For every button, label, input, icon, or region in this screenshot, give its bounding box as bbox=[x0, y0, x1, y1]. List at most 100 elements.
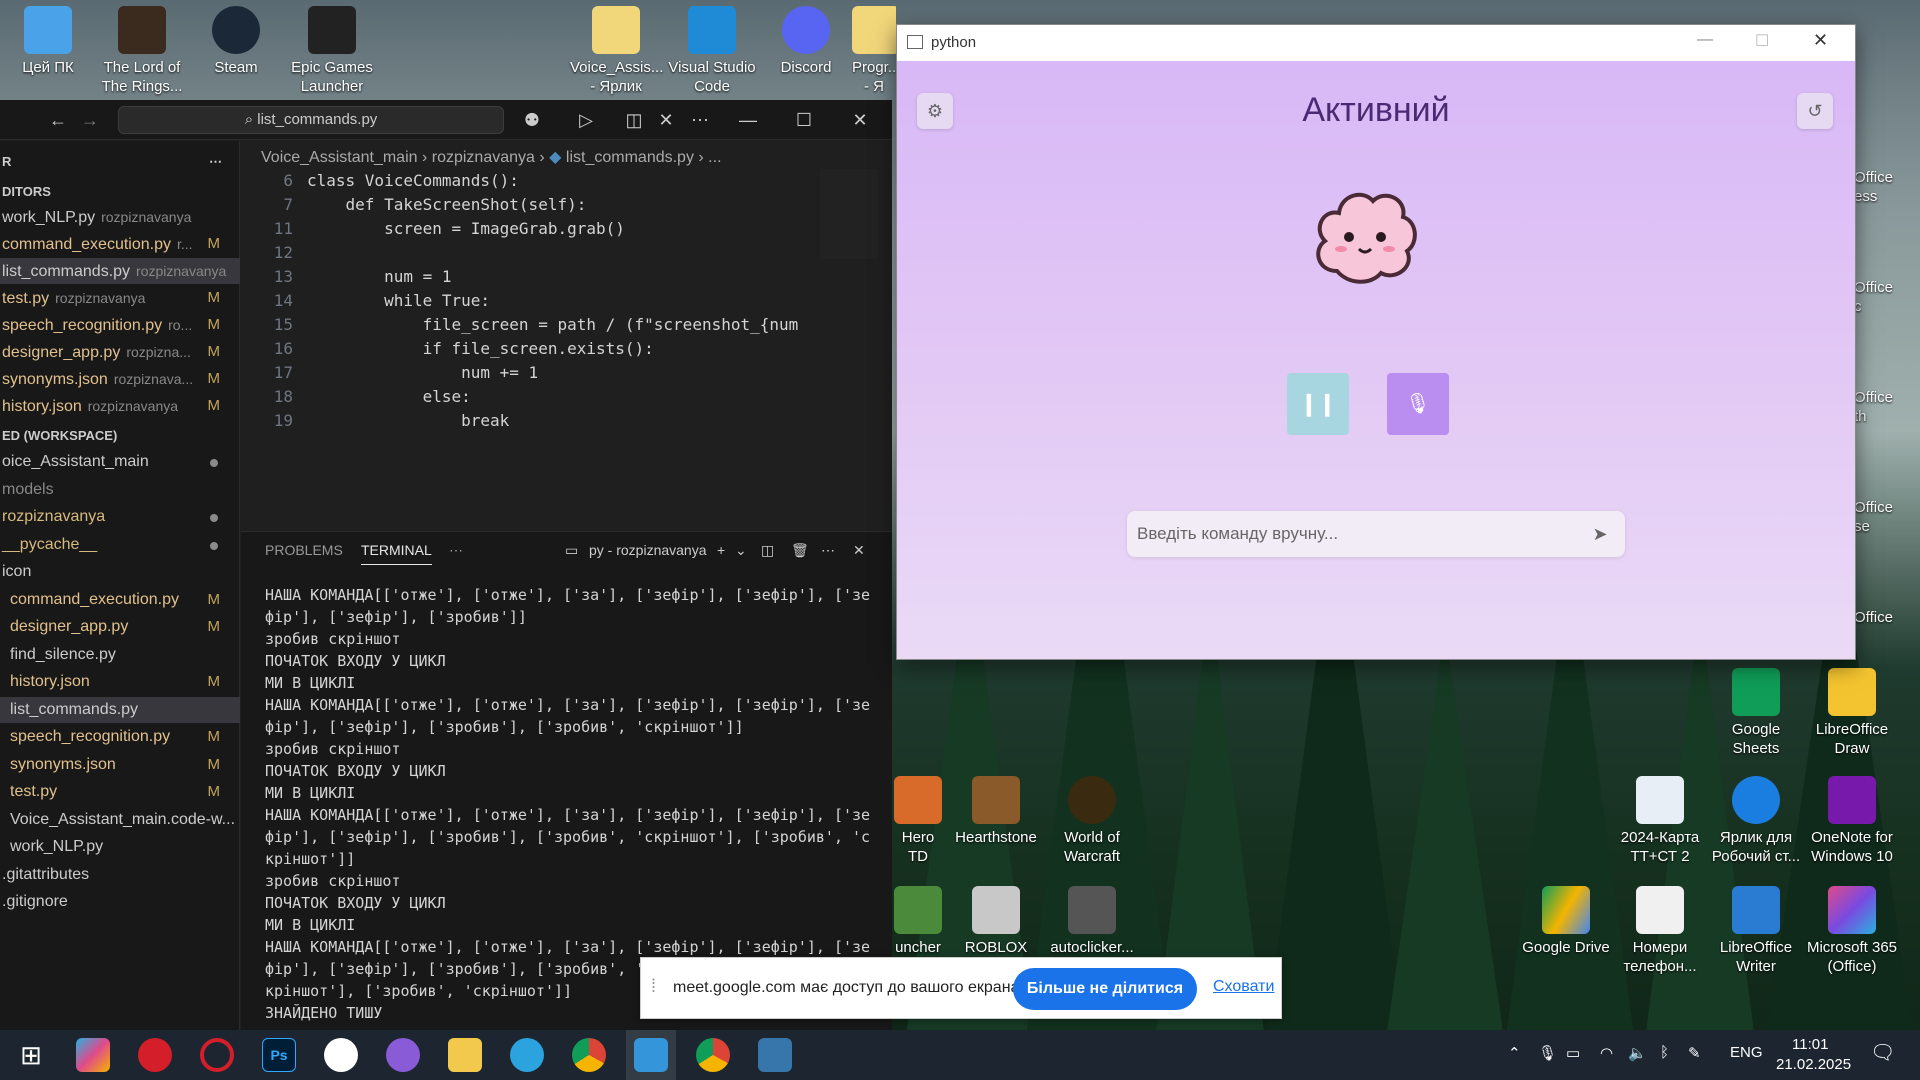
desktop-icon-label[interactable]: Office bbox=[1854, 278, 1893, 297]
close-window-icon[interactable]: ✕ bbox=[1813, 30, 1828, 51]
tree-file[interactable]: Voice_Assistant_main.code-w... bbox=[0, 807, 240, 833]
code-line[interactable]: 7 def TakeScreenShot(self): bbox=[241, 193, 586, 217]
open-editors-header[interactable]: DITORS bbox=[0, 179, 240, 205]
back-arrow-icon[interactable]: ← bbox=[46, 108, 70, 132]
pen-icon[interactable]: ✎ bbox=[1688, 1044, 1701, 1062]
microphone-button[interactable]: 🎙 bbox=[1387, 373, 1449, 435]
desktop-icon-voice-assistant[interactable]: Voice_Assis... - Ярлик bbox=[570, 6, 663, 96]
chrome-profile-icon[interactable] bbox=[696, 1038, 730, 1072]
desktop-icon-label[interactable]: Office bbox=[1854, 608, 1893, 627]
desktop-icon-autoclicker[interactable]: autoclicker... bbox=[1046, 886, 1138, 957]
wifi-icon[interactable]: ◠ bbox=[1600, 1044, 1613, 1062]
code-line[interactable]: 6 class VoiceCommands(): bbox=[241, 169, 519, 193]
clock-time[interactable]: 11:01 bbox=[1792, 1036, 1828, 1053]
bluetooth-icon[interactable]: ᛒ bbox=[1660, 1044, 1669, 1061]
tree-file[interactable]: find_silence.py bbox=[0, 642, 240, 668]
telegram-icon[interactable] bbox=[510, 1038, 544, 1072]
code-line[interactable]: 18 else: bbox=[241, 385, 471, 409]
desktop-icon-hearthstone[interactable]: Hearthstone bbox=[950, 776, 1042, 847]
battery-icon[interactable]: ▭ bbox=[1566, 1044, 1580, 1062]
desktop-icon-vscode[interactable]: Visual Studio Code bbox=[666, 6, 758, 96]
tab-terminal[interactable]: TERMINAL bbox=[361, 542, 432, 565]
open-editor-item[interactable]: command_execution.py r... M bbox=[0, 231, 240, 257]
trash-icon[interactable]: 🗑 bbox=[791, 542, 809, 559]
microphone-tray-icon[interactable]: 🎙 bbox=[1538, 1044, 1557, 1062]
pause-button[interactable]: ❙❙ bbox=[1287, 373, 1349, 435]
minimap[interactable] bbox=[820, 169, 878, 259]
opera-gx-icon[interactable] bbox=[200, 1038, 234, 1072]
tab-problems[interactable]: PROBLEMS bbox=[265, 542, 343, 558]
desktop-icon-hero-td[interactable]: Hero TD bbox=[890, 776, 946, 866]
open-editor-item[interactable]: synonyms.json rozpiznava... M bbox=[0, 366, 240, 392]
tree-folder[interactable]: models bbox=[0, 477, 240, 503]
stop-sharing-button[interactable]: Більше не ділитися bbox=[1013, 968, 1197, 1010]
code-editor[interactable]: Voice_Assistant_main › rozpiznavanya › ◆… bbox=[241, 141, 892, 531]
split-terminal-icon[interactable]: ◫ bbox=[761, 542, 774, 559]
open-editor-item[interactable]: speech_recognition.py ro... M bbox=[0, 312, 240, 338]
more-icon[interactable]: ⋯ bbox=[209, 149, 222, 175]
close-editor-icon[interactable]: ✕ bbox=[654, 108, 678, 132]
github-desktop-icon[interactable] bbox=[386, 1038, 420, 1072]
maximize-icon[interactable]: ☐ bbox=[792, 108, 816, 132]
split-editor-icon[interactable]: ◫ bbox=[622, 108, 646, 132]
open-editor-item-active[interactable]: list_commands.py rozpiznavanya bbox=[0, 258, 240, 284]
chevron-down-icon[interactable]: ⌄ bbox=[735, 542, 747, 559]
language-indicator[interactable]: ENG bbox=[1730, 1044, 1763, 1061]
desktop-icon-label[interactable]: ess bbox=[1854, 187, 1877, 206]
new-terminal-icon[interactable]: + bbox=[717, 542, 725, 558]
more-actions-icon[interactable]: ⋯ bbox=[821, 542, 835, 559]
maximize-icon[interactable]: ☐ bbox=[1755, 31, 1769, 51]
code-line[interactable]: 12 bbox=[241, 241, 307, 265]
desktop-icon-google-sheets[interactable]: Google Sheets bbox=[1710, 668, 1802, 758]
code-line[interactable]: 14 while True: bbox=[241, 289, 490, 313]
run-icon[interactable]: ▷ bbox=[574, 108, 598, 132]
tree-file[interactable]: command_execution.py M bbox=[0, 587, 240, 613]
desktop-icon-libreoffice-writer[interactable]: LibreOffice Writer bbox=[1710, 886, 1802, 976]
file-explorer-icon[interactable] bbox=[448, 1038, 482, 1072]
send-button[interactable]: ➤ bbox=[1587, 521, 1613, 547]
start-button[interactable]: ⊞ bbox=[14, 1038, 48, 1072]
breadcrumb-file[interactable]: list_commands.py bbox=[566, 149, 694, 166]
tree-file[interactable]: test.py M bbox=[0, 779, 240, 805]
desktop-icon-label[interactable]: se bbox=[1854, 517, 1870, 536]
breadcrumb-folder[interactable]: rozpiznavanya bbox=[432, 149, 535, 166]
github-icon[interactable] bbox=[324, 1038, 358, 1072]
command-input[interactable] bbox=[1137, 519, 1567, 549]
forward-arrow-icon[interactable]: → bbox=[78, 108, 102, 132]
tree-file[interactable]: .gitattributes bbox=[0, 862, 240, 888]
breadcrumb-folder[interactable]: Voice_Assistant_main bbox=[261, 149, 418, 166]
photoshop-icon[interactable]: Ps bbox=[262, 1038, 296, 1072]
notifications-icon[interactable]: 🗨 bbox=[1870, 1040, 1895, 1065]
open-editor-item[interactable]: work_NLP.py rozpiznavanya bbox=[0, 204, 240, 230]
tree-file[interactable]: synonyms.json M bbox=[0, 752, 240, 778]
desktop-icon-this-pc[interactable]: Цей ПК bbox=[2, 6, 94, 77]
breadcrumb-symbol[interactable]: ... bbox=[708, 149, 721, 166]
chrome-icon[interactable] bbox=[572, 1038, 606, 1072]
desktop-icon-onenote[interactable]: OneNote for Windows 10 bbox=[1806, 776, 1898, 866]
drag-handle-icon[interactable]: ⁞ bbox=[651, 976, 656, 997]
tree-file-active[interactable]: list_commands.py bbox=[0, 697, 240, 723]
close-panel-icon[interactable]: ✕ bbox=[853, 542, 865, 559]
volume-icon[interactable]: 🔈 bbox=[1628, 1044, 1647, 1062]
tree-folder[interactable]: rozpiznavanya bbox=[0, 504, 240, 530]
desktop-icon-roblox[interactable]: ROBLOX bbox=[950, 886, 1042, 957]
desktop-icon-label[interactable]: Office bbox=[1854, 168, 1893, 187]
desktop-icon-program[interactable]: Progr... - Я bbox=[852, 6, 896, 96]
desktop-icon-launcher[interactable]: uncher bbox=[890, 886, 946, 957]
desktop-icon-lotr[interactable]: The Lord of The Rings... bbox=[96, 6, 188, 96]
opera-icon[interactable] bbox=[138, 1038, 172, 1072]
tree-file[interactable]: speech_recognition.py M bbox=[0, 724, 240, 750]
desktop-icon-epic[interactable]: Epic Games Launcher bbox=[286, 6, 378, 96]
clock-date[interactable]: 21.02.2025 bbox=[1776, 1056, 1851, 1073]
desktop-icon-google-drive[interactable]: Google Drive bbox=[1520, 886, 1612, 957]
minimize-icon[interactable]: — bbox=[736, 108, 760, 132]
python-taskbar-icon[interactable] bbox=[758, 1038, 792, 1072]
tree-file[interactable]: designer_app.py M bbox=[0, 614, 240, 640]
more-actions-icon[interactable]: ⋯ bbox=[688, 108, 712, 132]
code-line[interactable]: 16 if file_screen.exists(): bbox=[241, 337, 654, 361]
desktop-icon-libreoffice-draw[interactable]: LibreOffice Draw bbox=[1806, 668, 1898, 758]
more-tabs-icon[interactable]: ⋯ bbox=[449, 542, 463, 559]
desktop-icon-steam[interactable]: Steam bbox=[190, 6, 282, 77]
code-line[interactable]: 15 file_screen = path / (f"screenshot_{n… bbox=[241, 313, 799, 337]
tree-folder[interactable]: oice_Assistant_main bbox=[0, 449, 240, 475]
